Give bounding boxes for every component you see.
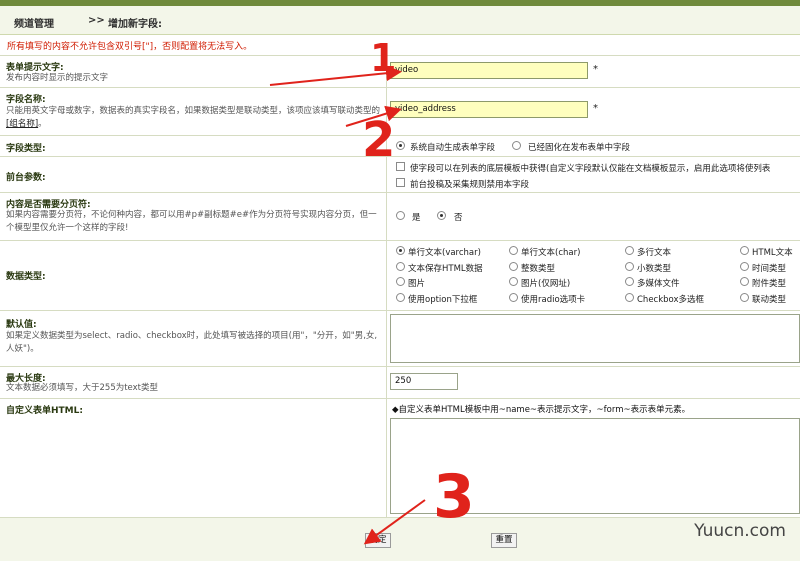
annotation-number-1: 1 (370, 36, 397, 80)
paging-yes-label: 是 (412, 213, 421, 223)
data-type-option-label: 小数类型 (637, 263, 672, 274)
required-marker: * (593, 64, 598, 75)
data-type-radio[interactable] (509, 261, 518, 271)
breadcrumb: 频道管理 >> 增加新字段: (0, 6, 800, 35)
paging-yes-radio[interactable] (396, 211, 405, 220)
data-type-radio[interactable] (740, 292, 749, 302)
data-type-radio[interactable] (740, 261, 749, 271)
field-type-label: 字段类型: (6, 144, 46, 154)
list-template-option: 使字段可以在列表的底层模板中获得(自定义字段默认仅能在文档模板显示，启用此选项将… (410, 164, 771, 174)
data-type-radio[interactable] (509, 246, 518, 255)
button-bar: 确定 重置 (0, 517, 800, 561)
data-type-radio[interactable] (396, 292, 405, 302)
custom-html-label: 自定义表单HTML: (6, 406, 83, 416)
default-value-desc: 如果定义数据类型为select、radio、checkbox时，此处填写被选择的… (6, 331, 378, 354)
data-type-radio[interactable] (396, 277, 405, 286)
data-type-option-label: 多行文本 (637, 248, 672, 258)
data-type-option-label: 使用radio选项卡 (521, 294, 586, 305)
ok-button[interactable]: 确定 (365, 533, 391, 548)
data-type-radio[interactable] (625, 277, 634, 286)
paging-no-label: 否 (454, 213, 463, 223)
default-value-row: 默认值: 如果定义数据类型为select、radio、checkbox时，此处填… (0, 310, 800, 367)
form-prompt-row: 表单提示文字: 发布内容时显示的提示文字 video * (0, 55, 800, 88)
field-type-row: 字段类型: 系统自动生成表单字段 已经固化在发布表单中字段 (0, 135, 800, 157)
annotation-number-2: 2 (362, 112, 396, 168)
disable-submit-checkbox[interactable] (396, 178, 405, 187)
max-length-input[interactable]: 250 (390, 373, 458, 390)
field-name-input[interactable]: video_address (390, 101, 588, 118)
data-type-option-label: 时间类型 (752, 263, 787, 274)
reset-button[interactable]: 重置 (491, 533, 517, 548)
data-type-option-label: 图片 (408, 279, 426, 289)
warning-text: 所有填写的内容不允许包含双引号["]，否则配置将无法写入。 (7, 42, 253, 52)
group-name-link[interactable]: [组名称] (6, 119, 38, 129)
required-marker: * (593, 103, 598, 114)
data-type-option-label: 联动类型 (752, 294, 787, 305)
custom-html-row: 自定义表单HTML: ◆自定义表单HTML模板中用~name~表示提示文字，~f… (0, 398, 800, 518)
custom-html-note: ◆自定义表单HTML模板中用~name~表示提示文字，~form~表示表单元素。 (392, 405, 691, 415)
data-type-option-label: 附件类型 (752, 279, 787, 289)
frontend-params-row: 前台参数: 使字段可以在列表的底层模板中获得(自定义字段默认仅能在文档模板显示，… (0, 156, 800, 193)
page-title: 增加新字段: (108, 19, 162, 30)
field-name-desc: 只能用英文字母或数字，数据表的真实字段名，如果数据类型是联动类型，该项应该填写联… (6, 106, 381, 129)
breadcrumb-separator: >> (88, 15, 105, 26)
data-type-option-label: Checkbox多选框 (637, 294, 705, 305)
data-type-option-label: 多媒体文件 (637, 279, 680, 289)
data-type-option-label: 单行文本(char) (521, 248, 581, 258)
watermark-text: Yuucn.com (694, 521, 786, 541)
data-type-row: 数据类型: 单行文本(varchar) 单行文本(char) 多行文本 HTML文本文… (0, 240, 800, 311)
paging-no-radio[interactable] (437, 211, 446, 220)
data-type-radio[interactable] (740, 277, 749, 286)
max-length-desc: 文本数据必须填写，大于255为text类型 (6, 383, 159, 393)
data-type-option-label: 文本保存HTML数据 (408, 263, 483, 274)
data-type-option-label: HTML文本 (752, 248, 793, 258)
field-type-auto-radio[interactable] (396, 141, 405, 150)
data-type-option-label: 整数类型 (521, 263, 556, 274)
frontend-params-label: 前台参数: (6, 173, 46, 183)
default-value-label: 默认值: (6, 320, 37, 330)
form-prompt-input[interactable]: video (390, 62, 588, 79)
data-type-radio[interactable] (740, 246, 749, 255)
data-type-radio[interactable] (396, 261, 405, 271)
paging-row: 内容是否需要分页符: 如果内容需要分页符，不论何种内容，都可以用#p#副标题#e… (0, 192, 800, 241)
paging-desc: 如果内容需要分页符，不论何种内容，都可以用#p#副标题#e#作为分页符号实现内容… (6, 210, 377, 233)
data-type-radio[interactable] (509, 292, 518, 302)
data-type-radio[interactable] (625, 261, 634, 271)
data-type-radio[interactable] (625, 292, 634, 302)
data-type-radio[interactable] (509, 277, 518, 286)
data-type-label: 数据类型: (6, 272, 46, 282)
max-length-row: 最大长度: 文本数据必须填写，大于255为text类型 250 (0, 366, 800, 399)
data-type-option-label: 单行文本(varchar) (408, 248, 481, 258)
default-value-textarea[interactable] (390, 314, 800, 363)
data-type-radio[interactable] (396, 246, 405, 255)
field-name-row: 字段名称: 只能用英文字母或数字，数据表的真实字段名，如果数据类型是联动类型，该… (0, 87, 800, 136)
annotation-number-3: 3 (433, 462, 475, 532)
data-type-option-label: 图片(仅网址) (521, 279, 571, 289)
field-type-fixed-radio[interactable] (512, 141, 521, 150)
data-type-option-label: 使用option下拉框 (408, 294, 478, 305)
field-name-label: 字段名称: (6, 95, 46, 105)
data-type-radio[interactable] (625, 246, 634, 255)
form-prompt-desc: 发布内容时显示的提示文字 (6, 73, 109, 83)
field-type-fixed-label: 已经固化在发布表单中字段 (528, 143, 631, 153)
field-type-auto-label: 系统自动生成表单字段 (410, 143, 496, 153)
disable-submit-option: 前台投稿及采集规则禁用本字段 (410, 180, 530, 190)
list-template-checkbox[interactable] (396, 162, 405, 171)
breadcrumb-section[interactable]: 频道管理 (14, 15, 54, 30)
